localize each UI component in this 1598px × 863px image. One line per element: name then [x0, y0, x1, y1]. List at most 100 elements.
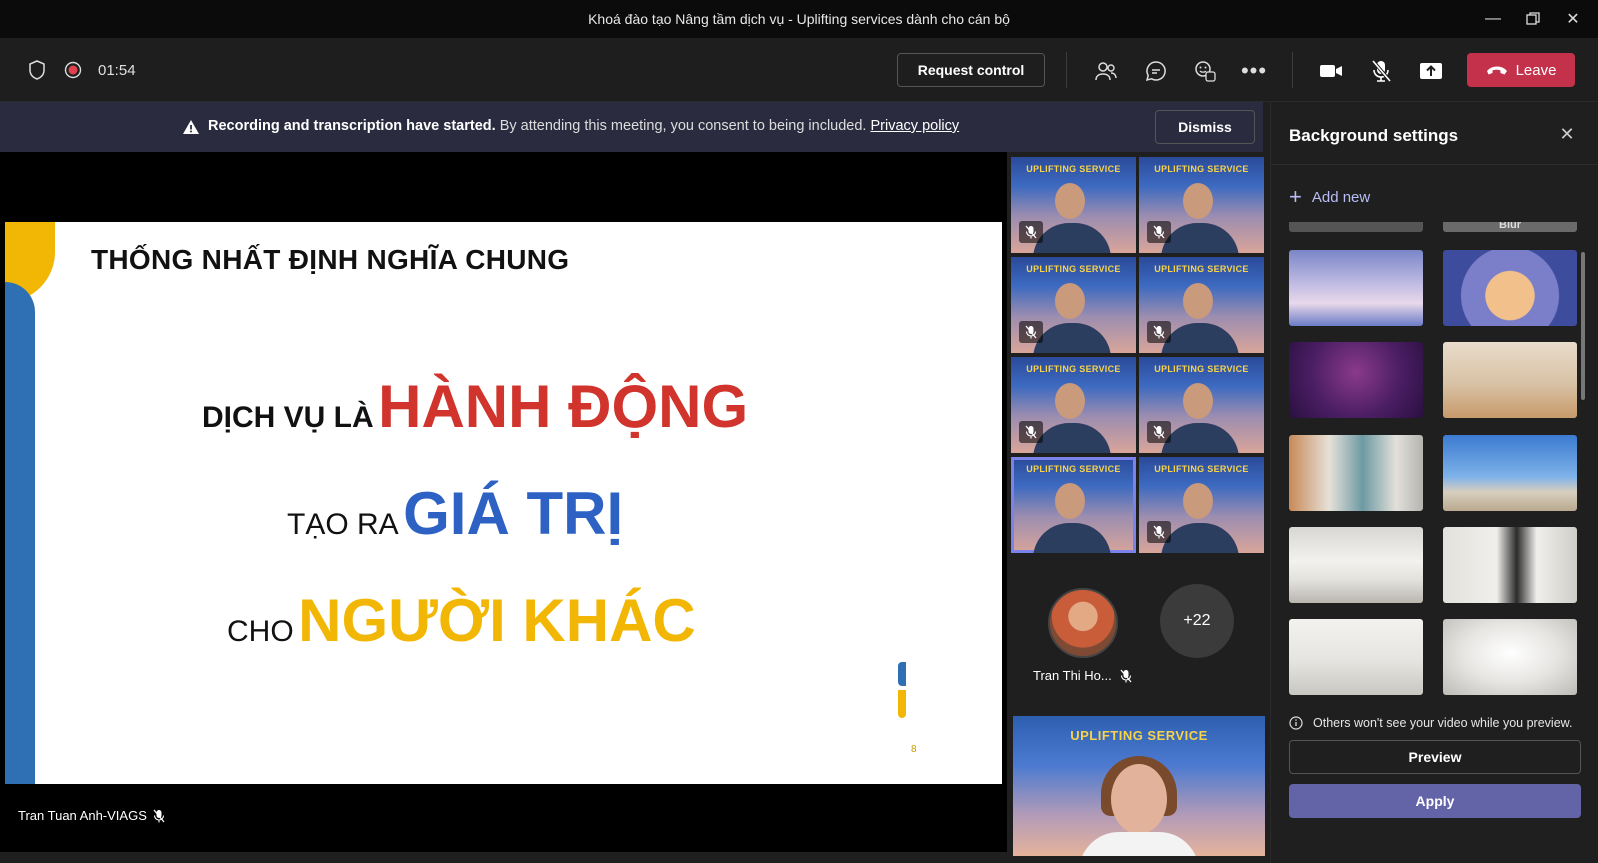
- slide-decoration: [35, 287, 75, 784]
- background-option[interactable]: [1443, 527, 1577, 603]
- warning-icon: [183, 120, 199, 134]
- camera-icon[interactable]: [1316, 58, 1346, 84]
- participant-person: [1055, 383, 1085, 419]
- self-view-person: [1079, 832, 1199, 856]
- minimize-icon[interactable]: —: [1478, 6, 1508, 32]
- info-icon: [1289, 716, 1303, 730]
- background-option-none[interactable]: [1289, 222, 1423, 232]
- more-icon[interactable]: •••: [1240, 58, 1268, 84]
- title-bar: Khoá đào tạo Nâng tầm dịch vụ - Upliftin…: [0, 0, 1598, 38]
- tile-banner: UPLIFTING SERVICE: [1026, 364, 1121, 374]
- participant-tile[interactable]: UPLIFTING SERVICE: [1139, 157, 1264, 253]
- participant-tile[interactable]: UPLIFTING SERVICE: [1011, 457, 1136, 553]
- background-option[interactable]: [1289, 435, 1423, 511]
- meeting-toolbar: 01:54 Request control ••• Leave: [0, 38, 1598, 102]
- slide-logo-mark: [898, 662, 906, 686]
- participant-person: [1161, 523, 1239, 553]
- slide-logo-mark: [898, 690, 906, 718]
- presenter-label: Tran Tuan Anh-VIAGS: [18, 808, 165, 823]
- share-icon[interactable]: [1416, 58, 1446, 84]
- participant-person: [1183, 183, 1213, 219]
- close-icon[interactable]: ✕: [1555, 122, 1579, 146]
- reactions-icon[interactable]: [1191, 58, 1219, 84]
- chat-icon[interactable]: [1142, 58, 1170, 84]
- blur-label: Blur: [1499, 222, 1521, 231]
- mic-off-icon: [1147, 321, 1171, 343]
- participant-person: [1183, 383, 1213, 419]
- request-control-button[interactable]: Request control: [897, 53, 1045, 87]
- apply-button[interactable]: Apply: [1289, 784, 1581, 818]
- toolbar-divider: [1292, 52, 1293, 88]
- privacy-policy-link[interactable]: Privacy policy: [871, 118, 960, 134]
- background-option[interactable]: [1289, 527, 1423, 603]
- phone-hangup-icon: [1486, 66, 1507, 75]
- participant-person: [1033, 423, 1111, 453]
- mic-off-icon: [153, 809, 165, 822]
- participant-tile[interactable]: UPLIFTING SERVICE: [1139, 357, 1264, 453]
- shared-content-stage: THỐNG NHẤT ĐỊNH NGHĨA CHUNG DỊCH VỤ LÀ H…: [0, 152, 1007, 852]
- participant-avatar[interactable]: [1048, 588, 1118, 658]
- plus-icon: +: [1289, 184, 1302, 209]
- background-option[interactable]: [1443, 619, 1577, 695]
- participant-person: [1033, 323, 1111, 353]
- slide-page-number: 8: [911, 744, 917, 755]
- restore-icon[interactable]: [1518, 6, 1548, 32]
- window-title: Khoá đào tạo Nâng tầm dịch vụ - Upliftin…: [588, 11, 1010, 27]
- participant-person: [1161, 223, 1239, 253]
- participant-person: [1033, 523, 1111, 553]
- background-option[interactable]: [1443, 250, 1577, 326]
- recording-banner: Recording and transcription have started…: [0, 102, 1263, 152]
- slide-line-1: DỊCH VỤ LÀ HÀNH ĐỘNG: [202, 372, 748, 441]
- tile-banner: UPLIFTING SERVICE: [1154, 464, 1249, 474]
- mic-off-icon[interactable]: [1366, 58, 1396, 84]
- preview-button[interactable]: Preview: [1289, 740, 1581, 774]
- shield-icon[interactable]: [26, 58, 48, 82]
- self-view-banner: UPLIFTING SERVICE: [1070, 728, 1208, 743]
- slide-line-3: CHO NGƯỜI KHÁC: [227, 586, 696, 655]
- participant-name: Tran Thi Ho...: [1033, 668, 1112, 683]
- presentation-slide: THỐNG NHẤT ĐỊNH NGHĨA CHUNG DỊCH VỤ LÀ H…: [5, 222, 1002, 784]
- tile-banner: UPLIFTING SERVICE: [1154, 164, 1249, 174]
- mic-off-icon: [1019, 221, 1043, 243]
- participant-tile[interactable]: UPLIFTING SERVICE: [1011, 257, 1136, 353]
- background-option[interactable]: [1443, 342, 1577, 418]
- meeting-timer: 01:54: [98, 62, 136, 79]
- panel-scrollbar[interactable]: [1581, 252, 1585, 400]
- participant-person: [1161, 323, 1239, 353]
- slide-line-3-big: NGƯỜI KHÁC: [298, 587, 696, 654]
- background-option[interactable]: [1289, 342, 1423, 418]
- participant-tile[interactable]: UPLIFTING SERVICE: [1011, 157, 1136, 253]
- preview-info: Others won't see your video while you pr…: [1289, 716, 1572, 730]
- slide-line-2: TẠO RA GIÁ TRỊ: [287, 479, 623, 548]
- background-option[interactable]: [1443, 435, 1577, 511]
- add-new-button[interactable]: + Add new: [1289, 186, 1370, 208]
- add-new-label: Add new: [1311, 188, 1371, 206]
- participant-tile[interactable]: UPLIFTING SERVICE: [1139, 257, 1264, 353]
- background-option-blur[interactable]: Blur: [1443, 222, 1577, 232]
- slide-title: THỐNG NHẤT ĐỊNH NGHĨA CHUNG: [91, 244, 570, 275]
- slide-line-1-big: HÀNH ĐỘNG: [378, 373, 749, 440]
- background-option[interactable]: [1289, 250, 1423, 326]
- slide-decoration: [5, 282, 35, 784]
- participant-grid: UPLIFTING SERVICE UPLIFTING SERVICE UPLIFT…: [1011, 157, 1266, 561]
- tile-banner: UPLIFTING SERVICE: [1026, 464, 1121, 474]
- tile-banner: UPLIFTING SERVICE: [1154, 264, 1249, 274]
- participant-tile[interactable]: UPLIFTING SERVICE: [1139, 457, 1264, 553]
- leave-button[interactable]: Leave: [1467, 53, 1575, 87]
- close-icon[interactable]: ✕: [1558, 6, 1588, 32]
- people-icon[interactable]: [1092, 58, 1120, 84]
- participant-person: [1055, 183, 1085, 219]
- panel-title: Background settings: [1289, 126, 1459, 145]
- dismiss-button[interactable]: Dismiss: [1155, 110, 1255, 144]
- more-participants-button[interactable]: +22: [1160, 584, 1234, 658]
- banner-bold-text: Recording and transcription have started…: [208, 118, 496, 134]
- participant-person: [1055, 483, 1085, 519]
- mic-off-icon: [1019, 321, 1043, 343]
- background-option[interactable]: [1289, 619, 1423, 695]
- banner-consent-text: By attending this meeting, you consent t…: [499, 118, 867, 134]
- mic-off-icon: [1120, 669, 1132, 682]
- tile-banner: UPLIFTING SERVICE: [1026, 264, 1121, 274]
- self-video-preview: UPLIFTING SERVICE: [1013, 716, 1265, 856]
- tile-banner: UPLIFTING SERVICE: [1026, 164, 1121, 174]
- participant-tile[interactable]: UPLIFTING SERVICE: [1011, 357, 1136, 453]
